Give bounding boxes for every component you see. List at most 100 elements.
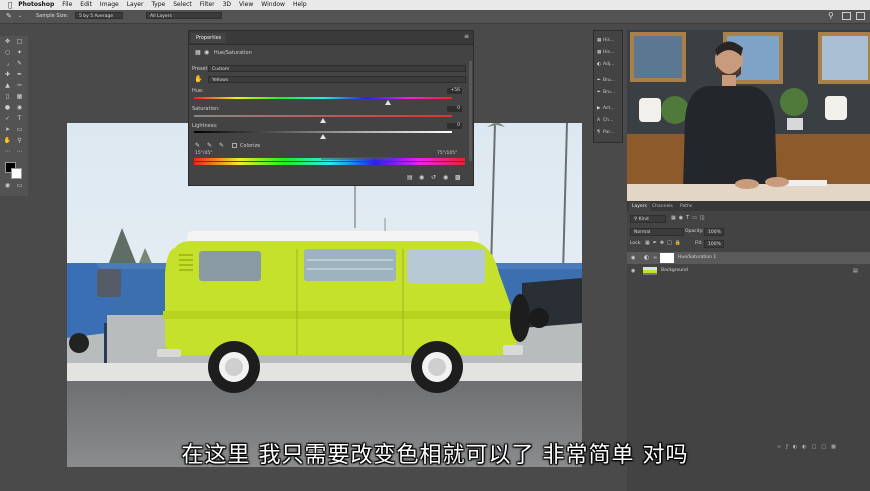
reset-icon[interactable]: ↺ xyxy=(431,174,436,181)
blend-mode-select[interactable]: Normal xyxy=(630,228,684,236)
opacity-field[interactable]: 100% xyxy=(704,228,724,236)
quick-mask-icon[interactable]: ◉ xyxy=(3,182,12,190)
menu-app-name[interactable]: Photoshop xyxy=(18,0,54,10)
sample-size-select[interactable]: 5 by 5 Average xyxy=(75,12,123,19)
quick-select-icon[interactable]: ✦ xyxy=(15,49,24,57)
lightness-slider-thumb[interactable] xyxy=(320,134,326,139)
saturation-slider-thumb[interactable] xyxy=(320,118,326,123)
menu-window[interactable]: Window xyxy=(261,0,285,10)
crop-tool-icon[interactable]: ⌟ xyxy=(3,60,12,68)
eyedropper-icon[interactable]: ✎ xyxy=(195,142,200,149)
healing-tool-icon[interactable]: ✚ xyxy=(3,71,12,79)
layer-thumbnail xyxy=(643,267,657,275)
properties-tabbar: Properties ≡ xyxy=(189,31,473,45)
menu-view[interactable]: View xyxy=(239,0,253,10)
lasso-tool-icon[interactable]: ○ xyxy=(3,49,12,57)
extra-tools-icon[interactable]: ⋯ xyxy=(15,148,24,156)
tab-properties[interactable]: Properties xyxy=(191,33,227,43)
properties-scrollbar[interactable] xyxy=(469,61,472,161)
sidepanel-actions[interactable]: ▶ Act... xyxy=(597,104,621,113)
hue-slider-thumb[interactable] xyxy=(384,100,391,105)
blur-tool-icon[interactable]: ● xyxy=(3,104,12,112)
lightness-slider-track[interactable] xyxy=(194,131,452,133)
stamp-tool-icon[interactable]: ▲ xyxy=(3,82,12,90)
sidepanel-paragraph[interactable]: ¶ Par... xyxy=(597,128,621,137)
layer-row[interactable]: ◉ ◐ ∞ Hue/Saturation 1 xyxy=(627,252,870,264)
shape-tool-icon[interactable]: ▭ xyxy=(15,126,24,134)
mask-icon[interactable]: ◉ xyxy=(204,49,209,56)
eyedropper-add-icon[interactable]: ✎ xyxy=(207,142,212,149)
menu-filter[interactable]: Filter xyxy=(200,0,215,10)
lock-icons[interactable]: ▦✒✥□🔒 xyxy=(645,240,684,246)
search-icon[interactable]: ⚲ xyxy=(828,11,834,20)
trash-icon[interactable]: ▩ xyxy=(455,174,461,181)
sidepanel-adjustments[interactable]: ◐ Adj... xyxy=(597,60,621,69)
screen-mode-icon[interactable]: ▭ xyxy=(15,182,24,190)
menu-file[interactable]: File xyxy=(62,0,72,10)
hue-slider-track[interactable] xyxy=(194,97,452,99)
menu-image[interactable]: Image xyxy=(100,0,119,10)
filter-icons[interactable]: ▦◉T▭◫ xyxy=(671,215,708,221)
gradient-tool-icon[interactable]: ▦ xyxy=(15,93,24,101)
options-bar: ✎ ⌄ Sample Size: 5 by 5 Average All Laye… xyxy=(0,10,870,24)
edit-toolbar-icon[interactable]: ⋯ xyxy=(3,148,12,156)
view-previous-icon[interactable]: ◉ xyxy=(419,174,424,181)
filter-kind-select[interactable]: ⚲ Kind xyxy=(630,215,666,223)
sidepanel-history-1[interactable]: ▦ His... xyxy=(597,36,621,45)
background-color-swatch[interactable] xyxy=(11,168,22,179)
layer-mask-thumb[interactable] xyxy=(660,253,674,263)
visibility-eye-icon[interactable]: ◉ xyxy=(631,252,635,264)
clip-to-layer-icon[interactable]: ▤ xyxy=(407,174,413,181)
sidepanel-history-2[interactable]: ▦ His... xyxy=(597,48,621,57)
menu-layer[interactable]: Layer xyxy=(127,0,144,10)
eyedropper-icon[interactable]: ✎ xyxy=(6,12,12,20)
hand-tool-icon[interactable]: ✋ xyxy=(3,137,12,145)
layer-name[interactable]: Background xyxy=(661,265,688,277)
sidepanel-brushes-1[interactable]: ✒ Bru... xyxy=(597,76,621,85)
targeted-adjustment-hand-icon[interactable]: ✋ xyxy=(194,75,203,83)
workspace-icon[interactable] xyxy=(842,12,851,20)
tab-layers[interactable]: Layers xyxy=(629,202,650,211)
chevron-down-icon[interactable]: ⌄ xyxy=(18,13,22,19)
menu-3d[interactable]: 3D xyxy=(223,0,231,10)
layer-row[interactable]: ◉ Background ▤ xyxy=(627,265,870,277)
visibility-eye-icon[interactable]: ◉ xyxy=(631,265,635,277)
sidepanel-brushes-2[interactable]: ✒ Bru... xyxy=(597,88,621,97)
pen-tool-icon[interactable]: ✓ xyxy=(3,115,12,123)
saturation-slider-track[interactable] xyxy=(194,115,452,117)
fill-field[interactable]: 100% xyxy=(704,240,724,248)
share-icon[interactable] xyxy=(856,12,865,20)
eyedropper-subtract-icon[interactable]: ✎ xyxy=(219,142,224,149)
channel-select[interactable]: Yellows xyxy=(208,76,466,83)
history-brush-icon[interactable]: ✑ xyxy=(15,82,24,90)
path-select-icon[interactable]: ➤ xyxy=(3,126,12,134)
sample-layers-select[interactable]: All Layers xyxy=(146,12,222,19)
tools-panel: ✥ □ ○ ✦ ⌟ ✎ ✚ ✒ ▲ ✑ ▯ ▦ ● ◉ ✓ T ➤ ▭ ✋ ⚲ … xyxy=(0,36,28,196)
hue-value-field[interactable]: +56 xyxy=(447,88,462,94)
apple-icon[interactable]:  xyxy=(8,1,12,9)
menu-edit[interactable]: Edit xyxy=(80,0,92,10)
menu-select[interactable]: Select xyxy=(173,0,192,10)
sidepanel-character[interactable]: A Ch... xyxy=(597,116,621,125)
layer-name[interactable]: Hue/Saturation 1 xyxy=(678,252,716,264)
visibility-icon[interactable]: ◉ xyxy=(443,174,448,181)
properties-panel: Properties ≡ ▦ ◉ Hue/Saturation Preset: … xyxy=(188,30,474,186)
tab-paths[interactable]: Paths xyxy=(677,202,695,211)
range-selector[interactable] xyxy=(321,157,391,160)
colorize-checkbox[interactable] xyxy=(232,143,237,148)
saturation-value-field[interactable]: 0 xyxy=(447,106,462,112)
tab-channels[interactable]: Channels xyxy=(649,202,676,211)
type-tool-icon[interactable]: T xyxy=(15,115,24,123)
zoom-tool-icon[interactable]: ⚲ xyxy=(15,137,24,145)
marquee-tool-icon[interactable]: □ xyxy=(15,38,24,46)
move-tool-icon[interactable]: ✥ xyxy=(3,38,12,46)
preset-select[interactable]: Custom xyxy=(208,65,466,72)
dodge-tool-icon[interactable]: ◉ xyxy=(15,104,24,112)
brush-tool-icon[interactable]: ✒ xyxy=(15,71,24,79)
lightness-value-field[interactable]: 0 xyxy=(447,123,462,129)
menu-type[interactable]: Type xyxy=(151,0,165,10)
panel-menu-icon[interactable]: ≡ xyxy=(464,33,469,40)
eraser-tool-icon[interactable]: ▯ xyxy=(3,93,12,101)
eyedropper-tool-icon[interactable]: ✎ xyxy=(15,60,24,68)
menu-help[interactable]: Help xyxy=(293,0,307,10)
